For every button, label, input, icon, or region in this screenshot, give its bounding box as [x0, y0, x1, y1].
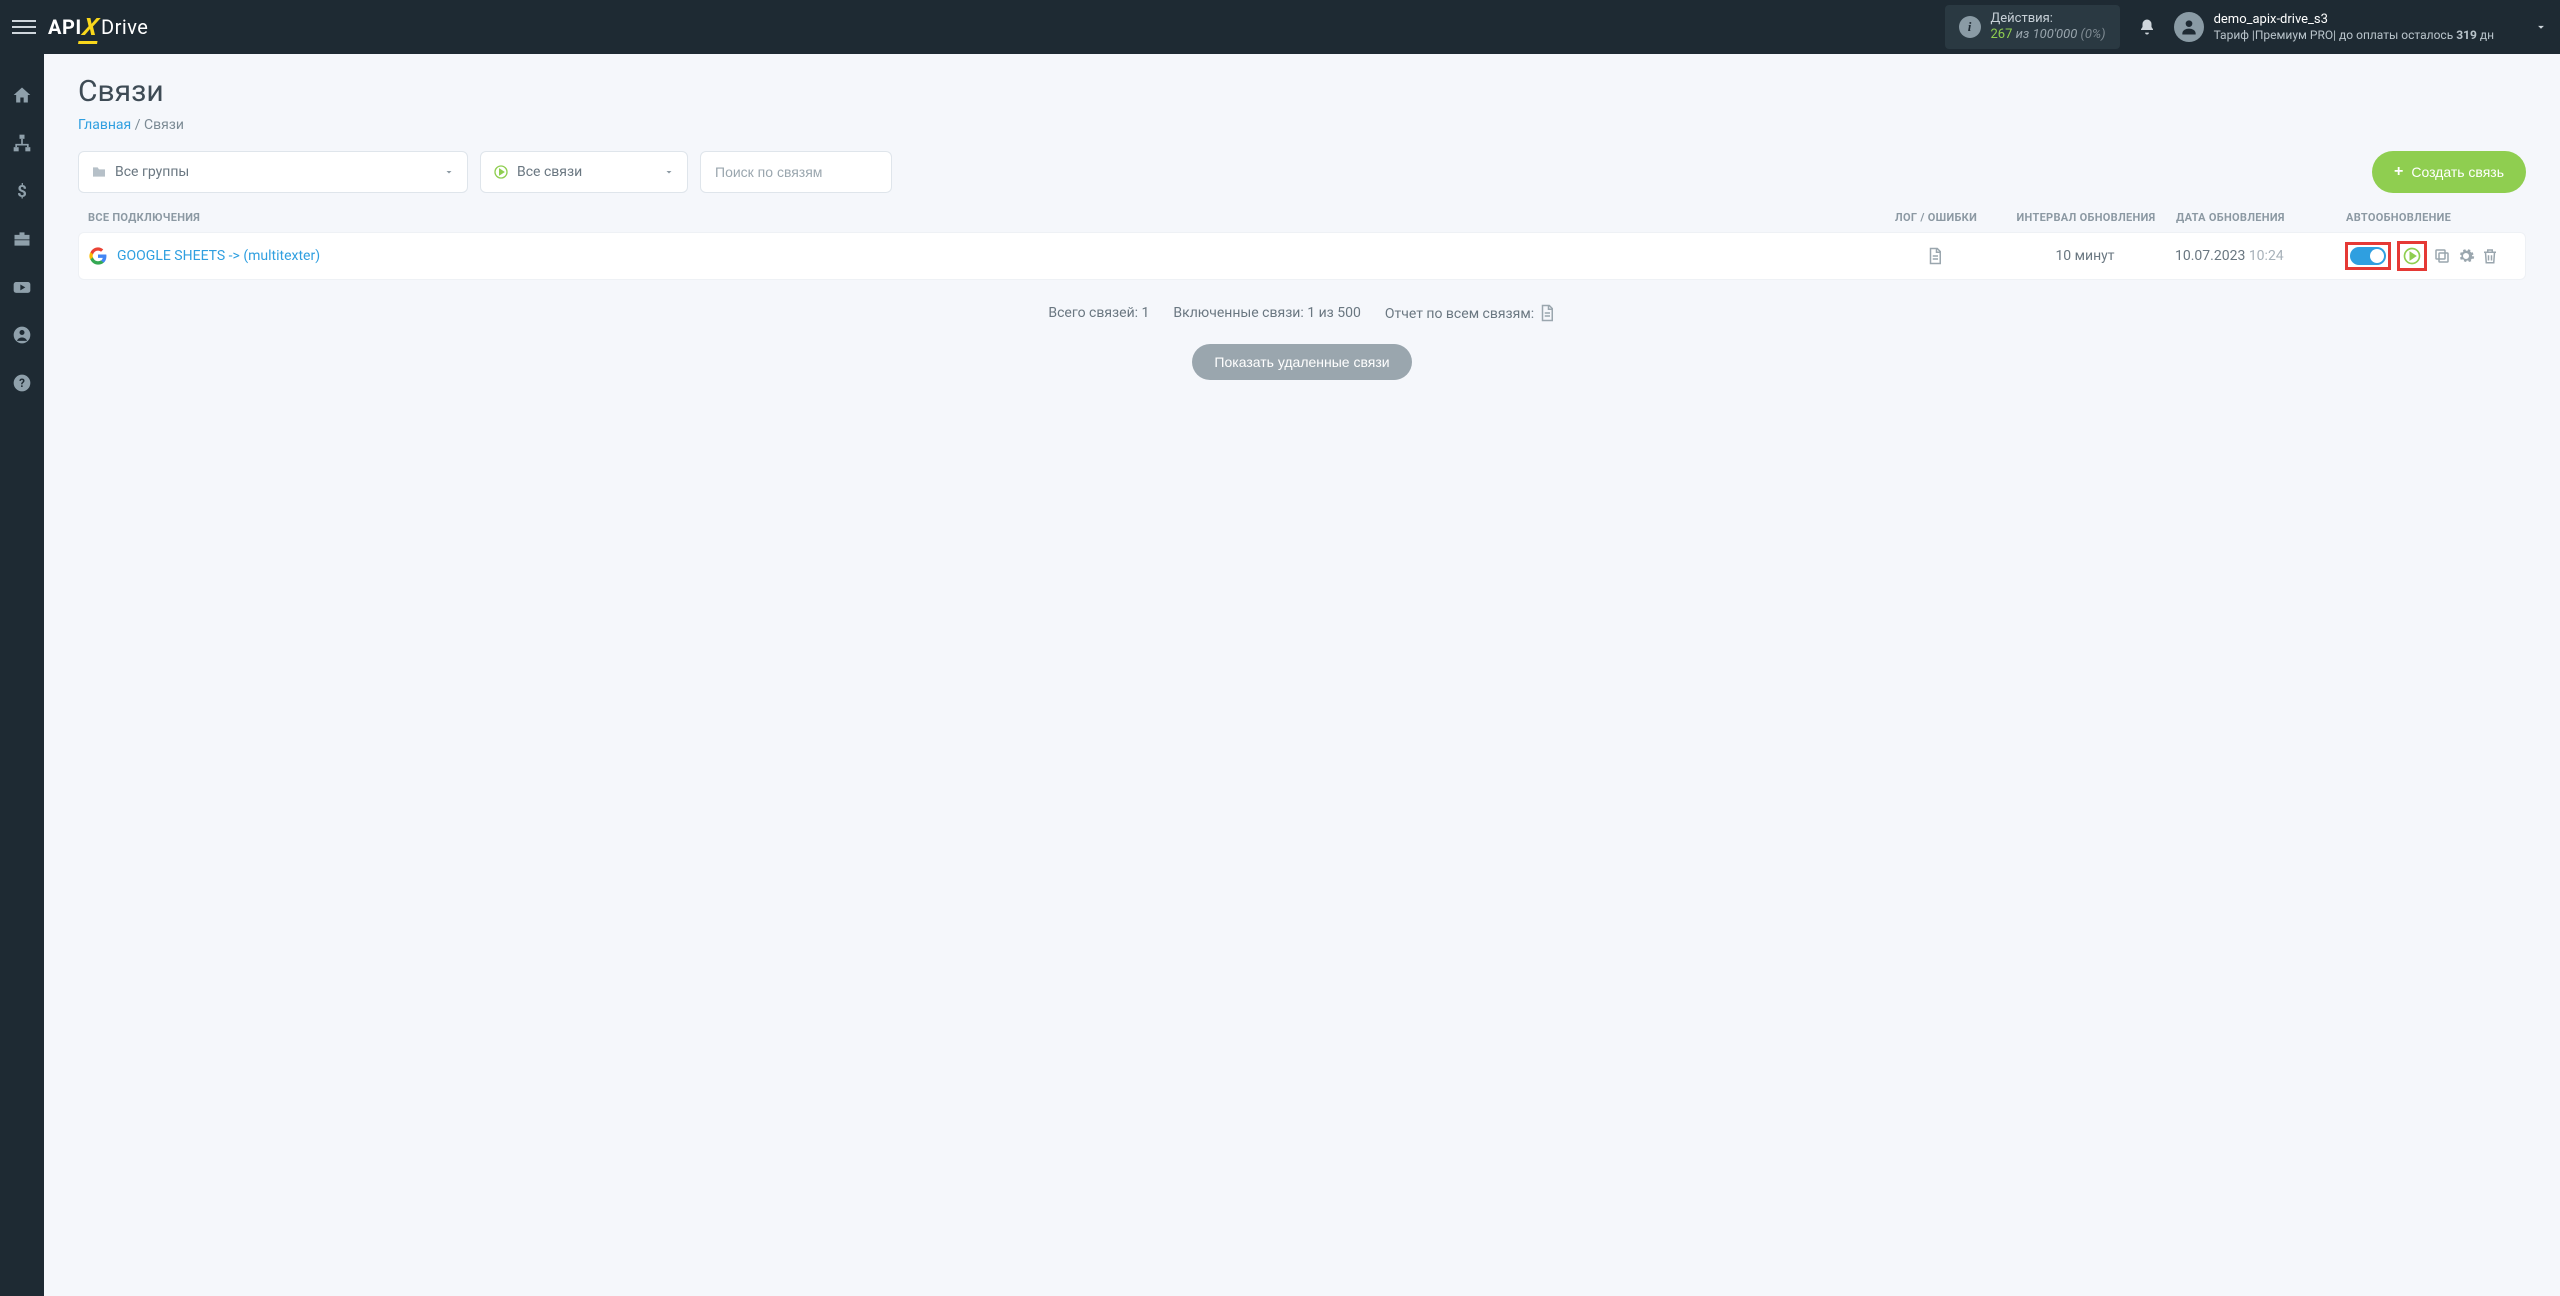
nav-dollar-icon[interactable]: $	[11, 180, 33, 202]
log-icon[interactable]	[1926, 247, 1944, 265]
play-circle-icon	[493, 164, 509, 180]
notifications-icon[interactable]	[2138, 18, 2156, 36]
nav-help-icon[interactable]: ?	[11, 372, 33, 394]
username: demo_apix-drive_s3	[2214, 12, 2494, 28]
plus-icon: +	[2394, 163, 2403, 181]
auto-update-toggle[interactable]	[2350, 247, 2386, 265]
google-icon	[89, 247, 107, 265]
filters-row: Все группы Все связи +Создать связь	[78, 151, 2526, 193]
breadcrumb: Главная / Связи	[78, 117, 2526, 133]
page-title: Связи	[78, 74, 2526, 109]
topbar: APIXDrive i Действия: 267 из 100'000 (0%…	[0, 0, 2560, 54]
status-count: 267	[1991, 27, 2013, 42]
status-label: Действия:	[1991, 11, 2106, 27]
col-all: ВСЕ ПОДКЛЮЧЕНИЯ	[88, 211, 1876, 224]
link-name[interactable]: GOOGLE SHEETS -> (multitexter)	[117, 248, 320, 264]
trash-icon[interactable]	[2481, 247, 2499, 265]
nav-home-icon[interactable]	[11, 84, 33, 106]
gear-icon[interactable]	[2457, 247, 2475, 265]
summary-enabled: Включенные связи: 1 из 500	[1173, 305, 1360, 321]
col-date: ДАТА ОБНОВЛЕНИЯ	[2176, 211, 2336, 224]
col-auto: АВТООБНОВЛЕНИЕ	[2336, 211, 2516, 224]
summary-total: Всего связей: 1	[1048, 305, 1149, 321]
nav-youtube-icon[interactable]	[11, 276, 33, 298]
chevron-down-icon	[443, 166, 455, 178]
chevron-down-icon	[663, 166, 675, 178]
sidebar: $ ?	[0, 54, 44, 1296]
links-select[interactable]: Все связи	[480, 151, 688, 193]
avatar-icon	[2174, 12, 2204, 42]
nav-user-icon[interactable]	[11, 324, 33, 346]
play-icon[interactable]	[2402, 246, 2422, 266]
breadcrumb-current: Связи	[144, 117, 184, 133]
user-menu[interactable]: demo_apix-drive_s3 Тариф |Премиум PRO| д…	[2174, 12, 2548, 42]
folder-icon	[91, 164, 107, 180]
chevron-down-icon	[2534, 20, 2548, 34]
highlight-toggle	[2345, 242, 2391, 270]
menu-toggle[interactable]	[12, 15, 36, 39]
nav-sitemap-icon[interactable]	[11, 132, 33, 154]
breadcrumb-home[interactable]: Главная	[78, 117, 131, 133]
col-log: ЛОГ / ОШИБКИ	[1876, 211, 1996, 224]
date-value: 10.07.2023 10:24	[2175, 248, 2335, 264]
info-icon: i	[1959, 16, 1981, 38]
report-icon[interactable]	[1538, 304, 1556, 322]
tariff-line: Тариф |Премиум PRO| до оплаты осталось 3…	[2214, 28, 2494, 42]
search-input[interactable]	[700, 151, 892, 193]
highlight-play	[2397, 241, 2427, 271]
copy-icon[interactable]	[2433, 247, 2451, 265]
logo[interactable]: APIXDrive	[48, 13, 148, 41]
col-interval: ИНТЕРВАЛ ОБНОВЛЕНИЯ	[1996, 211, 2176, 224]
svg-text:$: $	[17, 183, 27, 201]
create-link-button[interactable]: +Создать связь	[2372, 151, 2526, 193]
table-header: ВСЕ ПОДКЛЮЧЕНИЯ ЛОГ / ОШИБКИ ИНТЕРВАЛ ОБ…	[78, 211, 2526, 232]
main-content: Связи Главная / Связи Все группы Все свя…	[44, 54, 2560, 1296]
nav-briefcase-icon[interactable]	[11, 228, 33, 250]
table-row: GOOGLE SHEETS -> (multitexter) 10 минут …	[78, 232, 2526, 280]
interval-value: 10 минут	[1995, 248, 2175, 264]
summary-row: Всего связей: 1 Включенные связи: 1 из 5…	[78, 304, 2526, 322]
svg-text:?: ?	[19, 376, 25, 390]
status-pill[interactable]: i Действия: 267 из 100'000 (0%)	[1945, 5, 2120, 48]
summary-report: Отчет по всем связям:	[1385, 304, 1556, 322]
show-deleted-button[interactable]: Показать удаленные связи	[1192, 344, 1411, 380]
group-select[interactable]: Все группы	[78, 151, 468, 193]
